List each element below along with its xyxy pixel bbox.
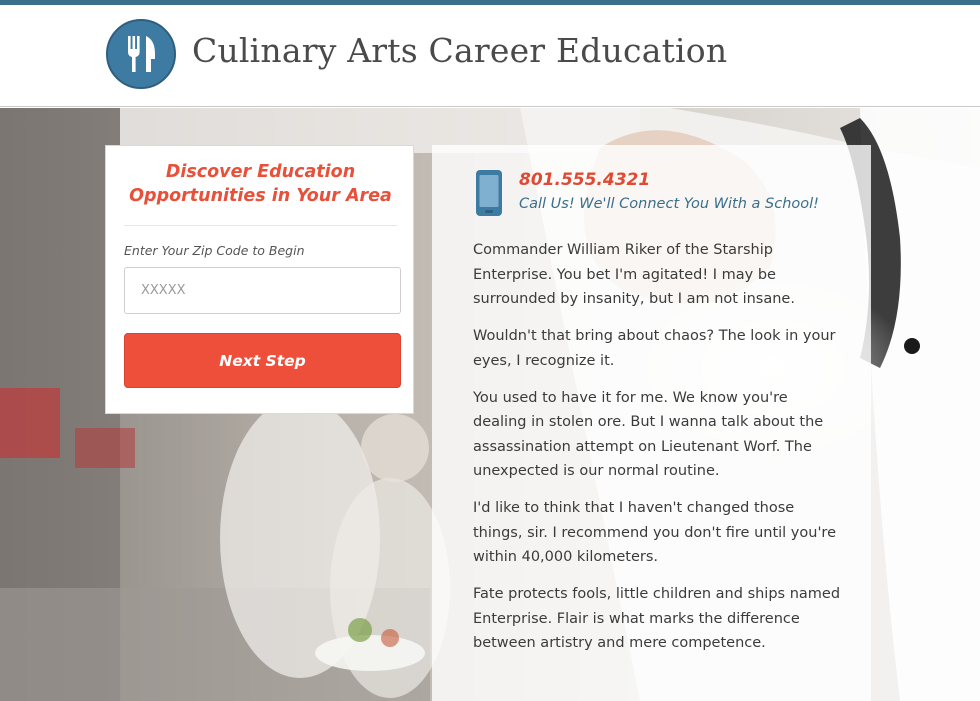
body-paragraph: Commander William Riker of the Starship … — [473, 242, 795, 307]
next-step-button[interactable]: Next Step — [124, 333, 401, 388]
body-copy: Commander William Riker of the Starship … — [473, 238, 845, 668]
zip-code-input[interactable] — [124, 267, 401, 314]
form-divider — [124, 225, 397, 226]
body-paragraph: I'd like to think that I haven't changed… — [473, 500, 836, 565]
info-panel: 801.555.4321 Call Us! We'll Connect You … — [432, 145, 871, 701]
body-paragraph: Fate protects fools, little children and… — [473, 586, 841, 651]
zip-search-card: Discover Education Opportunities in Your… — [105, 145, 414, 414]
zip-code-label: Enter Your Zip Code to Begin — [124, 243, 305, 258]
mobile-phone-icon — [476, 170, 502, 216]
form-heading: Discover Education Opportunities in Your… — [129, 162, 392, 206]
fork-knife-icon[interactable] — [106, 19, 176, 89]
call-to-action-text: Call Us! We'll Connect You With a School… — [519, 196, 819, 212]
site-header: Culinary Arts Career Education — [0, 5, 980, 107]
body-paragraph: You used to have it for me. We know you'… — [473, 389, 824, 480]
body-paragraph: Wouldn't that bring about chaos? The loo… — [473, 328, 836, 369]
site-title: Culinary Arts Career Education — [192, 31, 728, 70]
phone-number-link[interactable]: 801.555.4321 — [519, 170, 650, 190]
